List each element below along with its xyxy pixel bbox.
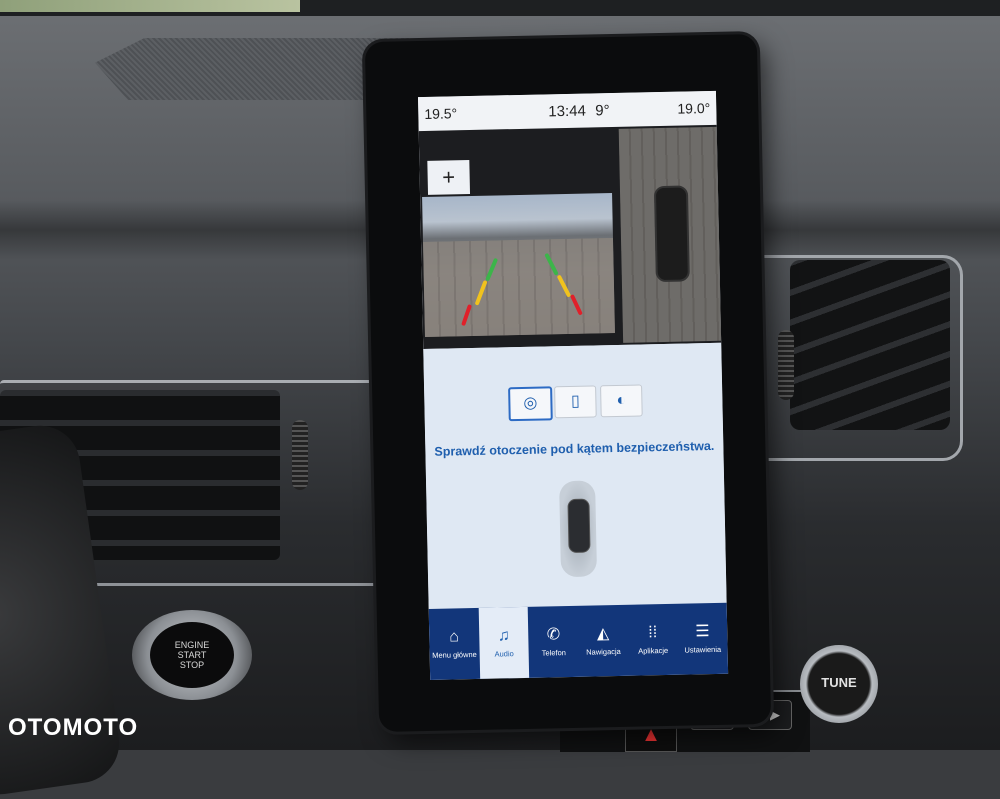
tune-knob[interactable]: TUNE <box>800 645 878 723</box>
right-vent-knob[interactable] <box>778 330 794 400</box>
tune-label: TUNE <box>821 675 857 690</box>
home-icon: ⌂ <box>449 628 460 646</box>
nav-audio[interactable]: ♫ Audio <box>478 606 530 679</box>
stop-label: STOP <box>179 660 205 670</box>
nav-settings-label: Ustawienia <box>684 644 722 655</box>
car-top-icon: ▯ <box>570 392 580 410</box>
nav-navigation[interactable]: ◭ Nawigacja <box>578 605 629 677</box>
camera-split-icon: ◐ <box>616 391 627 409</box>
nav-apps-label: Aplikacje <box>638 645 669 656</box>
right-air-vent[interactable] <box>790 260 950 430</box>
zoom-button[interactable]: + <box>427 160 471 195</box>
nav-phone-label: Telefon <box>541 648 567 658</box>
parking-sensor-diagram <box>559 480 598 578</box>
windshield-edge <box>0 0 1000 16</box>
safety-message: Sprawdź otoczenie pod kątem bezpieczeńst… <box>434 438 715 459</box>
pavement <box>423 238 615 337</box>
engine-start-stop-button[interactable]: ENGINE START STOP <box>132 610 252 700</box>
otomoto-watermark: OTOMOTO <box>8 714 139 741</box>
navigation-icon: ◭ <box>596 625 610 643</box>
apps-icon: ⁞⁞ <box>648 624 658 642</box>
camera-rear-icon: ◎ <box>523 394 538 412</box>
left-vent-knob[interactable] <box>292 420 308 490</box>
music-icon: ♫ <box>497 627 510 645</box>
nav-settings[interactable]: ☰ Ustawienia <box>677 603 728 675</box>
outside-temperature: 9° <box>595 102 610 120</box>
nav-navigation-label: Nawigacja <box>586 646 621 657</box>
view-selector: ◎ ▯ ◐ <box>424 383 723 422</box>
start-label: START <box>177 650 207 660</box>
nav-home[interactable]: ⌂ Menu główne <box>429 608 480 680</box>
nav-apps[interactable]: ⁞⁞ Aplikacje <box>627 604 678 676</box>
rear-camera-view <box>422 193 615 337</box>
split-view-button[interactable]: ◐ <box>600 384 643 418</box>
clock: 13:44 <box>548 102 587 121</box>
engine-label: ENGINE <box>174 640 210 650</box>
driver-temperature[interactable]: 19.5° <box>424 105 457 122</box>
touchscreen: 19.5° 13:44 9° 19.0° + ◎ ▯ ◐ Sprawdź oto… <box>417 90 729 680</box>
top-view-button[interactable]: ▯ <box>554 385 597 419</box>
bottom-nav-bar: ⌂ Menu główne ♫ Audio ✆ Telefon ◭ Nawiga… <box>428 602 729 680</box>
parking-controls: ◎ ▯ ◐ Sprawdź otoczenie pod kątem bezpie… <box>423 342 727 609</box>
rear-camera-view-button[interactable]: ◎ <box>508 386 553 422</box>
camera-area: + <box>418 124 722 350</box>
windshield <box>0 0 300 12</box>
passenger-temperature[interactable]: 19.0° <box>677 100 710 117</box>
phone-icon: ✆ <box>546 626 561 644</box>
settings-icon: ☰ <box>695 623 710 641</box>
car-diagram-icon <box>567 498 591 554</box>
top-down-view <box>618 126 722 343</box>
infotainment-display: 19.5° 13:44 9° 19.0° + ◎ ▯ ◐ Sprawdź oto… <box>364 33 772 733</box>
top-view-car <box>653 185 690 283</box>
nav-audio-label: Audio <box>494 649 514 659</box>
nav-home-label: Menu główne <box>432 649 477 660</box>
nav-phone[interactable]: ✆ Telefon <box>528 606 579 678</box>
